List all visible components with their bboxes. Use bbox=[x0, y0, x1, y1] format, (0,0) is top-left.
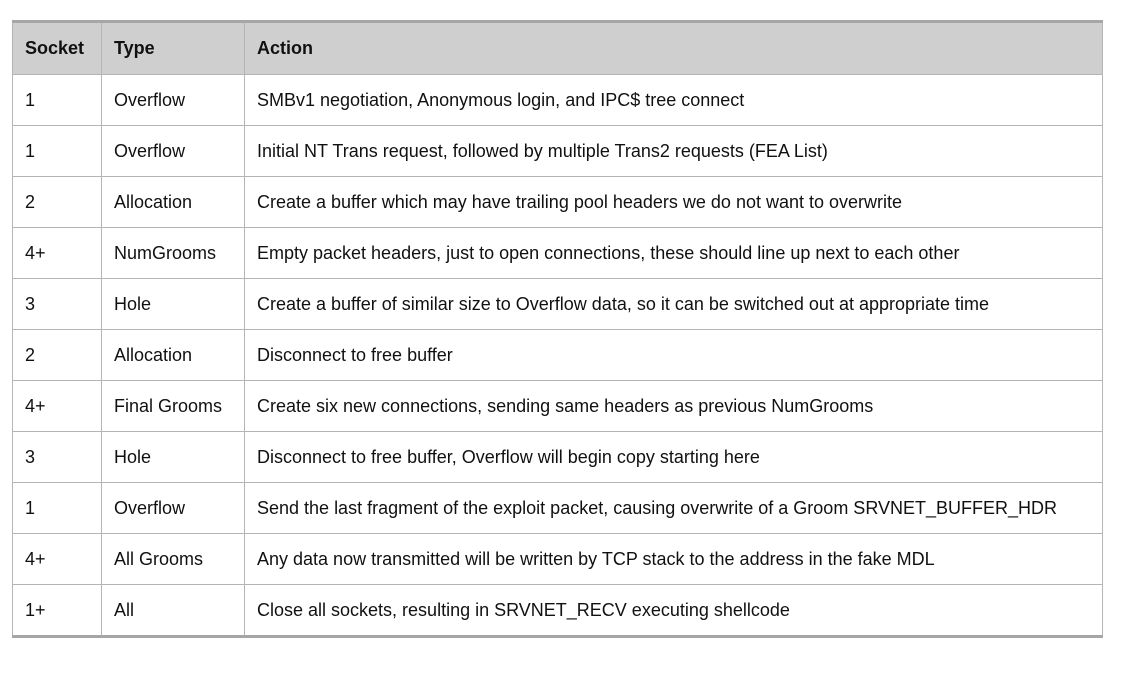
exploit-steps-table-container: Socket Type Action 1 Overflow SMBv1 nego… bbox=[12, 20, 1103, 638]
action-cell: Close all sockets, resulting in SRVNET_R… bbox=[244, 584, 1103, 638]
socket-cell: 3 bbox=[12, 431, 102, 483]
action-cell: Create a buffer which may have trailing … bbox=[244, 176, 1103, 228]
action-cell: SMBv1 negotiation, Anonymous login, and … bbox=[244, 74, 1103, 126]
type-cell: Overflow bbox=[101, 74, 245, 126]
action-cell: Send the last fragment of the exploit pa… bbox=[244, 482, 1103, 534]
type-cell: Final Grooms bbox=[101, 380, 245, 432]
action-cell: Create six new connections, sending same… bbox=[244, 380, 1103, 432]
type-cell: Overflow bbox=[101, 482, 245, 534]
socket-cell: 1 bbox=[12, 74, 102, 126]
table-row: 4+ NumGrooms Empty packet headers, just … bbox=[12, 227, 1103, 279]
type-cell: All bbox=[101, 584, 245, 638]
table-row: 4+ Final Grooms Create six new connectio… bbox=[12, 380, 1103, 432]
table-row: 1+ All Close all sockets, resulting in S… bbox=[12, 584, 1103, 638]
column-header-socket: Socket bbox=[12, 20, 102, 75]
type-cell: Allocation bbox=[101, 329, 245, 381]
table-body: 1 Overflow SMBv1 negotiation, Anonymous … bbox=[12, 74, 1103, 638]
socket-cell: 1 bbox=[12, 125, 102, 177]
table-row: 3 Hole Create a buffer of similar size t… bbox=[12, 278, 1103, 330]
type-cell: Hole bbox=[101, 431, 245, 483]
type-cell: Hole bbox=[101, 278, 245, 330]
type-cell: Allocation bbox=[101, 176, 245, 228]
header-row: Socket Type Action bbox=[12, 20, 1103, 75]
type-cell: NumGrooms bbox=[101, 227, 245, 279]
table-row: 4+ All Grooms Any data now transmitted w… bbox=[12, 533, 1103, 585]
action-cell: Empty packet headers, just to open conne… bbox=[244, 227, 1103, 279]
socket-cell: 4+ bbox=[12, 380, 102, 432]
action-cell: Any data now transmitted will be written… bbox=[244, 533, 1103, 585]
column-header-action: Action bbox=[244, 20, 1103, 75]
socket-cell: 2 bbox=[12, 176, 102, 228]
table-row: 2 Allocation Disconnect to free buffer bbox=[12, 329, 1103, 381]
table-row: 2 Allocation Create a buffer which may h… bbox=[12, 176, 1103, 228]
socket-cell: 2 bbox=[12, 329, 102, 381]
action-cell: Disconnect to free buffer bbox=[244, 329, 1103, 381]
socket-cell: 4+ bbox=[12, 533, 102, 585]
action-cell: Create a buffer of similar size to Overf… bbox=[244, 278, 1103, 330]
socket-cell: 4+ bbox=[12, 227, 102, 279]
socket-cell: 1 bbox=[12, 482, 102, 534]
table-row: 1 Overflow Send the last fragment of the… bbox=[12, 482, 1103, 534]
table-row: 3 Hole Disconnect to free buffer, Overfl… bbox=[12, 431, 1103, 483]
action-cell: Disconnect to free buffer, Overflow will… bbox=[244, 431, 1103, 483]
type-cell: All Grooms bbox=[101, 533, 245, 585]
socket-cell: 1+ bbox=[12, 584, 102, 638]
table-header: Socket Type Action bbox=[12, 20, 1103, 75]
table-row: 1 Overflow SMBv1 negotiation, Anonymous … bbox=[12, 74, 1103, 126]
exploit-steps-table: Socket Type Action 1 Overflow SMBv1 nego… bbox=[12, 20, 1103, 638]
type-cell: Overflow bbox=[101, 125, 245, 177]
action-cell: Initial NT Trans request, followed by mu… bbox=[244, 125, 1103, 177]
table-row: 1 Overflow Initial NT Trans request, fol… bbox=[12, 125, 1103, 177]
socket-cell: 3 bbox=[12, 278, 102, 330]
column-header-type: Type bbox=[101, 20, 245, 75]
